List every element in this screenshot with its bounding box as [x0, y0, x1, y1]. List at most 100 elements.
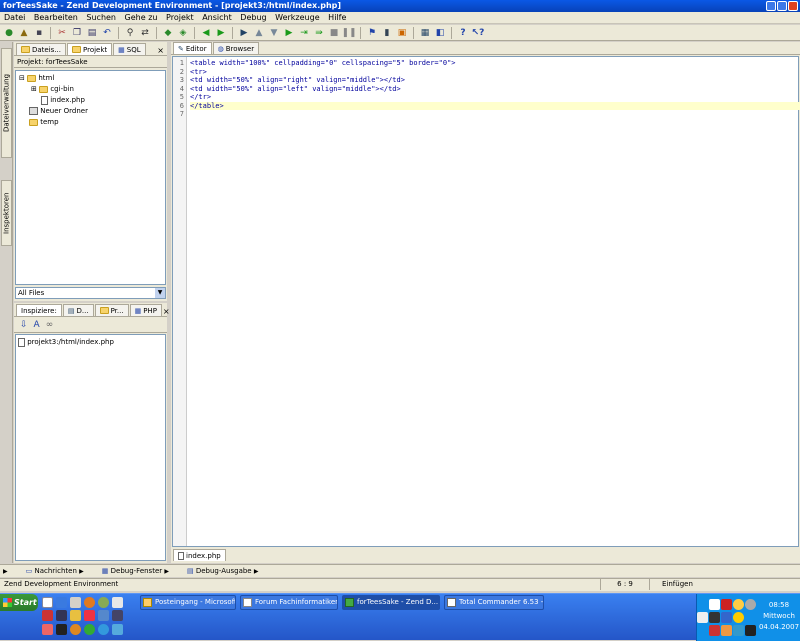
- menu-debug[interactable]: Debug: [240, 13, 266, 22]
- app-icon[interactable]: [98, 610, 109, 621]
- pause-icon[interactable]: ❚❚: [341, 27, 356, 39]
- desktop-icon[interactable]: [42, 597, 53, 608]
- side-tab-dateiverwaltung[interactable]: Dateiverwaltung: [1, 48, 12, 158]
- panel-close-icon[interactable]: ×: [163, 307, 170, 316]
- help-icon[interactable]: ?: [457, 27, 469, 39]
- menu-hilfe[interactable]: Hilfe: [328, 13, 346, 22]
- mail-icon[interactable]: [709, 599, 720, 610]
- step-down-icon[interactable]: ▼: [268, 27, 280, 39]
- step-up-icon[interactable]: ▲: [253, 27, 265, 39]
- tray-app-icon[interactable]: [721, 625, 732, 636]
- paste-icon[interactable]: ▤: [86, 27, 98, 39]
- menu-werkzeuge[interactable]: Werkzeuge: [275, 13, 319, 22]
- tree-item-index-php[interactable]: index.php: [19, 95, 162, 106]
- tray-app-icon[interactable]: [697, 612, 708, 623]
- app-icon[interactable]: [42, 624, 53, 635]
- copy-icon[interactable]: ❐: [71, 27, 83, 39]
- tab-php[interactable]: ▦ PHP: [129, 304, 162, 316]
- app-icon[interactable]: [70, 597, 81, 608]
- run-icon[interactable]: ◆: [162, 27, 174, 39]
- menu-projekt[interactable]: Projekt: [166, 13, 194, 22]
- tray-app-icon[interactable]: [745, 599, 756, 610]
- tray-app-icon[interactable]: [709, 612, 720, 623]
- back-icon[interactable]: ◀: [200, 27, 212, 39]
- find-icon[interactable]: ⚲: [124, 27, 136, 39]
- maximize-button[interactable]: [777, 1, 787, 11]
- ie-icon[interactable]: [56, 597, 67, 608]
- tray-app-icon[interactable]: [733, 612, 744, 623]
- analyze-icon[interactable]: ▮: [381, 27, 393, 39]
- step-over-icon[interactable]: ⇥: [298, 27, 310, 39]
- file-filter-select[interactable]: All Files ▼: [15, 287, 166, 299]
- undo-icon[interactable]: ↶: [101, 27, 113, 39]
- debug-start-icon[interactable]: ▶: [238, 27, 250, 39]
- app-icon[interactable]: [56, 624, 67, 635]
- task-forum[interactable]: Forum Fachinformatiker....: [240, 595, 338, 610]
- run-browser-icon[interactable]: ◈: [177, 27, 189, 39]
- app-icon[interactable]: [70, 610, 81, 621]
- code-editor[interactable]: 1 2 3 4 5 6 7 <table width="100%" cellpa…: [172, 56, 800, 547]
- menu-suchen[interactable]: Suchen: [86, 13, 116, 22]
- menu-gehe-zu[interactable]: Gehe zu: [125, 13, 158, 22]
- inspector-item[interactable]: projekt3:/html/index.php: [18, 337, 163, 348]
- package-icon[interactable]: ▣: [396, 27, 408, 39]
- tab-browser[interactable]: ◍ Browser: [212, 42, 260, 54]
- app-icon[interactable]: [70, 624, 81, 635]
- menu-bearbeiten[interactable]: Bearbeiten: [34, 13, 78, 22]
- tree-item-temp[interactable]: temp: [19, 117, 162, 128]
- tray-app-icon[interactable]: [733, 625, 744, 636]
- save-icon[interactable]: ▪: [33, 27, 45, 39]
- open-file-icon[interactable]: ▲: [18, 27, 30, 39]
- minimize-button[interactable]: [766, 1, 776, 11]
- tab-d[interactable]: ▤ D...: [62, 304, 94, 316]
- tab-debug-ausgabe[interactable]: ▤ Debug-Ausgabe ▶: [187, 567, 258, 575]
- app-icon[interactable]: [42, 610, 53, 621]
- tab-editor[interactable]: ✎ Editor: [173, 42, 212, 54]
- sort-icon[interactable]: ⇩: [20, 320, 28, 330]
- link-icon[interactable]: ∞: [46, 320, 54, 330]
- panel-close-icon[interactable]: ×: [157, 46, 164, 55]
- tab-dateisystem[interactable]: Dateis...: [16, 43, 66, 55]
- app-icon[interactable]: [56, 610, 67, 621]
- tray-app-icon[interactable]: [709, 625, 720, 636]
- alpha-sort-icon[interactable]: A: [34, 320, 40, 330]
- start-button[interactable]: Start: [0, 594, 38, 611]
- chevron-down-icon[interactable]: ▼: [155, 288, 165, 298]
- stop-icon[interactable]: ■: [328, 27, 340, 39]
- tree-item-html[interactable]: ⊟ html: [19, 73, 162, 84]
- context-help-icon[interactable]: ↖?: [472, 27, 485, 39]
- replace-icon[interactable]: ⇄: [139, 27, 151, 39]
- app-icon[interactable]: [112, 610, 123, 621]
- tab-pr[interactable]: Pr...: [94, 304, 129, 316]
- side-tab-inspektoren[interactable]: Inspektoren: [1, 180, 12, 246]
- expand-arrow-icon[interactable]: ▶: [3, 568, 8, 575]
- app-icon[interactable]: [112, 597, 123, 608]
- tray-app-icon[interactable]: [745, 625, 756, 636]
- tree-item-cgi-bin[interactable]: ⊞ cgi-bin: [19, 84, 162, 95]
- tray-app-icon[interactable]: [733, 599, 744, 610]
- app-icon[interactable]: [98, 624, 109, 635]
- tab-sql[interactable]: ▦ SQL: [113, 43, 146, 55]
- menu-datei[interactable]: Datei: [4, 13, 25, 22]
- new-file-icon[interactable]: ●: [3, 27, 15, 39]
- cut-icon[interactable]: ✂: [56, 27, 68, 39]
- settings-icon[interactable]: ◧: [434, 27, 446, 39]
- app-icon[interactable]: [84, 610, 95, 621]
- close-button[interactable]: [788, 1, 798, 11]
- window-icon[interactable]: ▦: [419, 27, 431, 39]
- tab-debug-fenster[interactable]: ▦ Debug-Fenster ▶: [102, 567, 169, 575]
- task-zend[interactable]: forTeesSake - Zend D...: [342, 595, 440, 610]
- antivirus-icon[interactable]: [721, 599, 732, 610]
- tree-item-neuer-ordner[interactable]: Neuer Ordner: [19, 106, 162, 117]
- network-icon[interactable]: [721, 612, 732, 623]
- tab-nachrichten[interactable]: ▭ Nachrichten ▶: [26, 567, 84, 575]
- app-icon[interactable]: [112, 624, 123, 635]
- profile-icon[interactable]: ⚑: [366, 27, 378, 39]
- clock[interactable]: 08:58 Mittwoch 04.04.2007: [757, 600, 800, 633]
- file-tab-index-php[interactable]: index.php: [173, 549, 226, 561]
- step-into-icon[interactable]: ⇛: [313, 27, 325, 39]
- task-posteingang[interactable]: Posteingang - Microsoft ...: [140, 595, 236, 610]
- task-total-commander[interactable]: Total Commander 6.53 - ...: [444, 595, 544, 610]
- firefox-icon[interactable]: [84, 597, 95, 608]
- forward-icon[interactable]: ▶: [215, 27, 227, 39]
